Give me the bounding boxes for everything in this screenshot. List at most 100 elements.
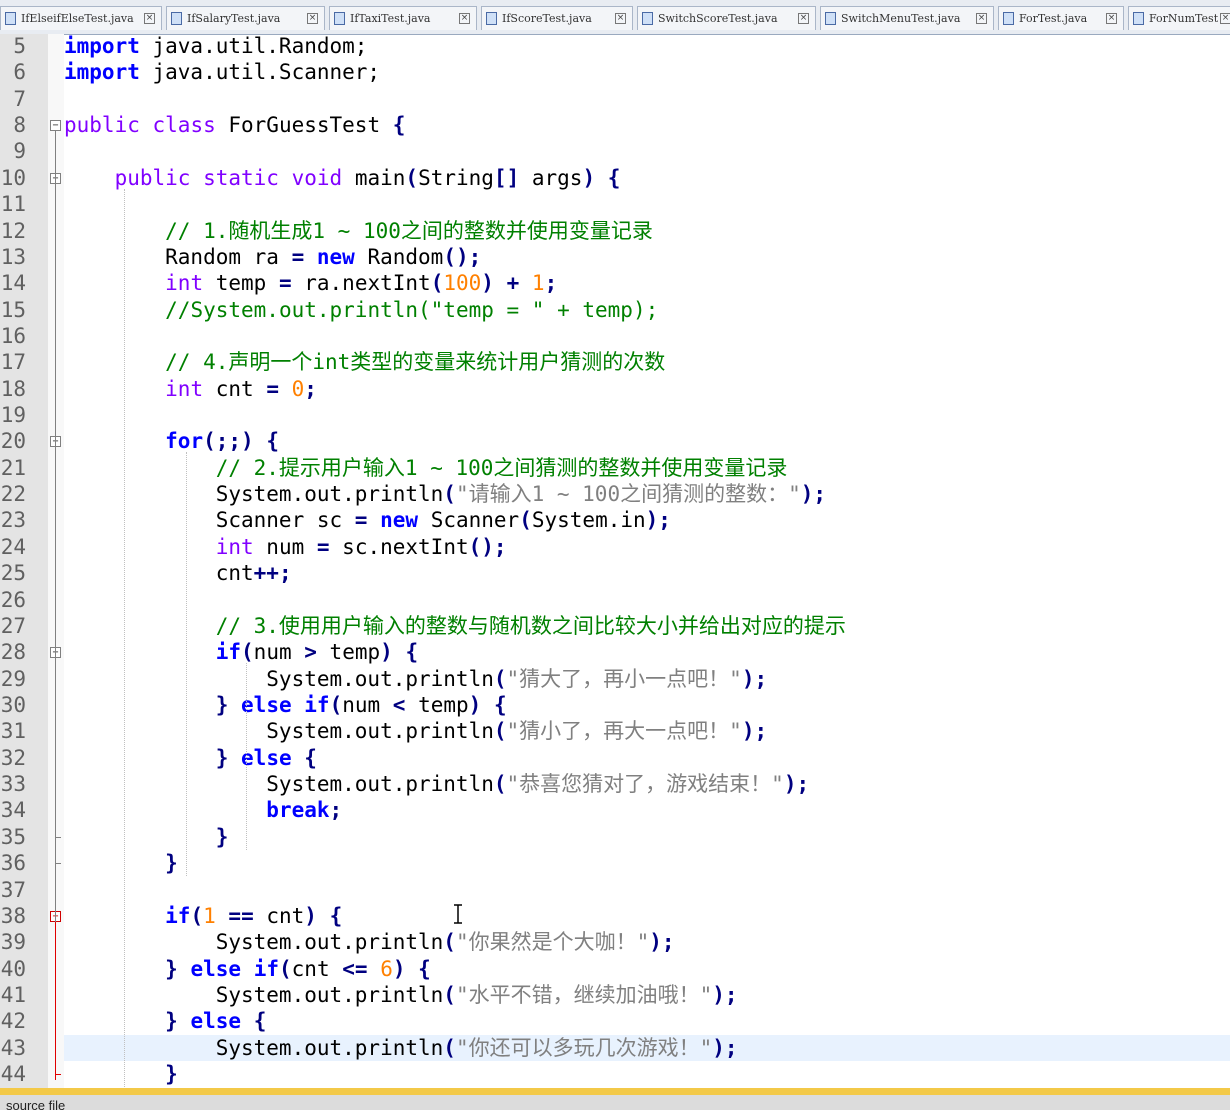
code-line[interactable]: import java.util.Scanner; (64, 59, 1230, 85)
code-line[interactable] (64, 587, 1230, 613)
code-line[interactable]: // 3.使用用户输入的整数与随机数之间比较大小并给出对应的提示 (64, 613, 1230, 639)
file-tab[interactable]: SwitchScoreTest.java × (637, 6, 816, 30)
code-line[interactable] (64, 86, 1230, 112)
code-line[interactable]: int num = sc.nextInt(); (64, 534, 1230, 560)
operator: ( (443, 482, 456, 506)
type-keyword: int (215, 535, 254, 559)
file-tab[interactable]: IfElseifElseTest.java × (0, 6, 162, 30)
close-tab-icon[interactable]: × (307, 13, 318, 24)
code-line[interactable]: } else { (64, 745, 1230, 771)
operator: ( (493, 667, 507, 691)
operator: ( (241, 640, 254, 664)
close-tab-icon[interactable]: × (459, 13, 470, 24)
code-text: num (253, 640, 305, 664)
string-literal: "你果然是个大咖！" (455, 930, 650, 954)
operator: { (392, 113, 406, 137)
code-line[interactable]: System.out.println("水平不错，继续加油哦！"); (64, 982, 1230, 1008)
keyword: for (165, 429, 204, 453)
file-tab[interactable]: ForTest.java × (998, 6, 1124, 30)
code-line[interactable] (64, 877, 1230, 903)
close-tab-icon[interactable]: × (144, 13, 155, 24)
code-line[interactable]: int temp = ra.nextInt(100) + 1; (64, 270, 1230, 296)
code-line[interactable] (64, 323, 1230, 349)
operator: ; (329, 798, 343, 822)
code-line[interactable]: for(;;) { (64, 428, 1230, 454)
operator: + (506, 271, 520, 295)
code-line[interactable]: } else { (64, 1008, 1230, 1034)
code-text: main (342, 166, 406, 190)
code-line[interactable] (64, 138, 1230, 164)
line-number: 38 (0, 904, 26, 928)
keyword: else (190, 957, 242, 981)
code-line[interactable] (64, 191, 1230, 217)
code-line[interactable]: break; (64, 797, 1230, 823)
code-line[interactable]: // 4.声明一个int类型的变量来统计用户猜测的次数 (64, 349, 1230, 375)
file-tab[interactable]: ForNumTest.java× (1128, 6, 1230, 30)
code-line[interactable]: Scanner sc = new Scanner(System.in); (64, 507, 1230, 533)
operator: ( (519, 508, 532, 532)
code-line[interactable] (64, 402, 1230, 428)
operator: } (215, 746, 229, 770)
code-line[interactable]: System.out.println("你果然是个大咖！"); (64, 929, 1230, 955)
operator: = (291, 245, 305, 269)
code-line[interactable]: if(1 == cnt) { (64, 903, 1230, 929)
code-line[interactable]: import java.util.Random; (64, 34, 1230, 59)
fold-toggle-icon[interactable]: − (50, 120, 61, 131)
code-line[interactable]: //System.out.println("temp = " + temp); (64, 297, 1230, 323)
code-line[interactable]: public class ForGuessTest { (64, 112, 1230, 138)
line-number: 26 (0, 588, 26, 612)
close-tab-icon[interactable]: × (798, 13, 809, 24)
code-text: cnt (291, 957, 343, 981)
code-line[interactable]: // 2.提示用户输入1 ~ 100之间猜测的整数并使用变量记录 (64, 455, 1230, 481)
line-number: 15 (0, 298, 26, 322)
operator: ); (712, 983, 738, 1007)
operator: = (278, 271, 292, 295)
code-line[interactable]: } (64, 850, 1230, 876)
string-literal: "猜小了，再大一点吧！" (506, 719, 742, 743)
code-line[interactable]: } (64, 1061, 1230, 1087)
operator: ) (380, 640, 393, 664)
code-line[interactable]: int cnt = 0; (64, 376, 1230, 402)
close-tab-icon[interactable]: × (1220, 13, 1230, 24)
code-line[interactable]: } (64, 824, 1230, 850)
close-tab-icon[interactable]: × (1106, 13, 1117, 24)
code-line[interactable]: if(num > temp) { (64, 639, 1230, 665)
code-line[interactable]: System.out.println("猜大了，再小一点吧！"); (64, 666, 1230, 692)
code-line[interactable]: System.out.println("猜小了，再大一点吧！"); (64, 718, 1230, 744)
operator: (;;) (203, 429, 254, 453)
line-number: 28 (0, 640, 26, 664)
file-icon (486, 12, 497, 25)
code-editor[interactable]: 5 6 7 8 9 10 11 12 13 14 15 16 17 18 19 20 21 22 23 24 25 26 2… (0, 34, 1230, 1088)
code-line[interactable]: System.out.println("你还可以多玩几次游戏！"); (64, 1035, 1230, 1061)
line-number: 27 (0, 614, 26, 638)
file-tab[interactable]: IfScoreTest.java × (481, 6, 633, 30)
keyword: new (316, 245, 355, 269)
code-line[interactable]: public static void main(String[] args) { (64, 165, 1230, 191)
file-tab[interactable]: IfTaxiTest.java × (329, 6, 477, 30)
code-line[interactable]: } else if(cnt <= 6) { (64, 956, 1230, 982)
file-tab[interactable]: SwitchMenuTest.java × (820, 6, 994, 30)
code-line[interactable]: System.out.println("请输入1 ~ 100之间猜测的整数：")… (64, 481, 1230, 507)
operator: ) (481, 271, 494, 295)
file-tab[interactable]: IfSalaryTest.java × (166, 6, 325, 30)
code-line[interactable]: // 1.随机生成1 ~ 100之间的整数并使用变量记录 (64, 218, 1230, 244)
operator: > (304, 640, 317, 664)
horizontal-scrollbar[interactable] (0, 1088, 1230, 1095)
code-line[interactable]: } else if(num < temp) { (64, 692, 1230, 718)
operator: ( (443, 983, 456, 1007)
operator: (); (468, 535, 507, 559)
code-line[interactable]: Random ra = new Random(); (64, 244, 1230, 270)
code-line[interactable]: System.out.println("恭喜您猜对了，游戏结束！"); (64, 771, 1230, 797)
code-line[interactable]: cnt++; (64, 560, 1230, 586)
line-number: 17 (0, 350, 26, 374)
close-tab-icon[interactable]: × (615, 13, 626, 24)
operator: { (405, 640, 419, 664)
operator: ( (443, 930, 456, 954)
close-tab-icon[interactable]: × (976, 13, 987, 24)
